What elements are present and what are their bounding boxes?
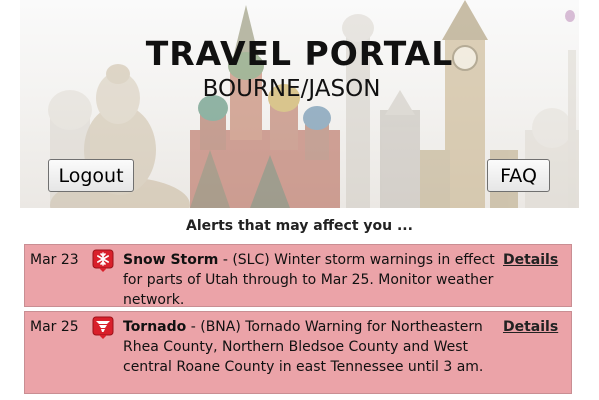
balloon <box>565 10 575 22</box>
details-link[interactable]: Details <box>503 250 558 270</box>
alerts-heading: Alerts that may affect you ... <box>186 218 413 234</box>
alert-event: Snow Storm <box>123 252 219 268</box>
travel-portal-page: TRAVEL PORTAL BOURNE/JASON Logout FAQ Al… <box>0 0 599 400</box>
logout-button[interactable]: Logout <box>48 159 134 192</box>
alert-item: Mar 23 Snow Storm - (SLC) Winter storm w… <box>24 244 572 310</box>
page-title: TRAVEL PORTAL <box>145 34 454 73</box>
user-name: BOURNE/JASON <box>202 76 381 102</box>
alert-text: Tornado - (BNA) Tornado Warning for Nort… <box>123 317 501 377</box>
alert-item: Mar 25 Tornado - (BNA) Tornado Warning f… <box>24 311 572 394</box>
alert-event: Tornado <box>123 319 187 335</box>
details-link[interactable]: Details <box>503 317 558 337</box>
snowflake-icon <box>92 249 114 273</box>
alert-date: Mar 23 <box>30 252 79 268</box>
faq-button[interactable]: FAQ <box>487 159 550 192</box>
alert-text: Snow Storm - (SLC) Winter storm warnings… <box>123 250 501 310</box>
alert-date: Mar 25 <box>30 319 79 335</box>
tornado-icon <box>92 316 114 340</box>
